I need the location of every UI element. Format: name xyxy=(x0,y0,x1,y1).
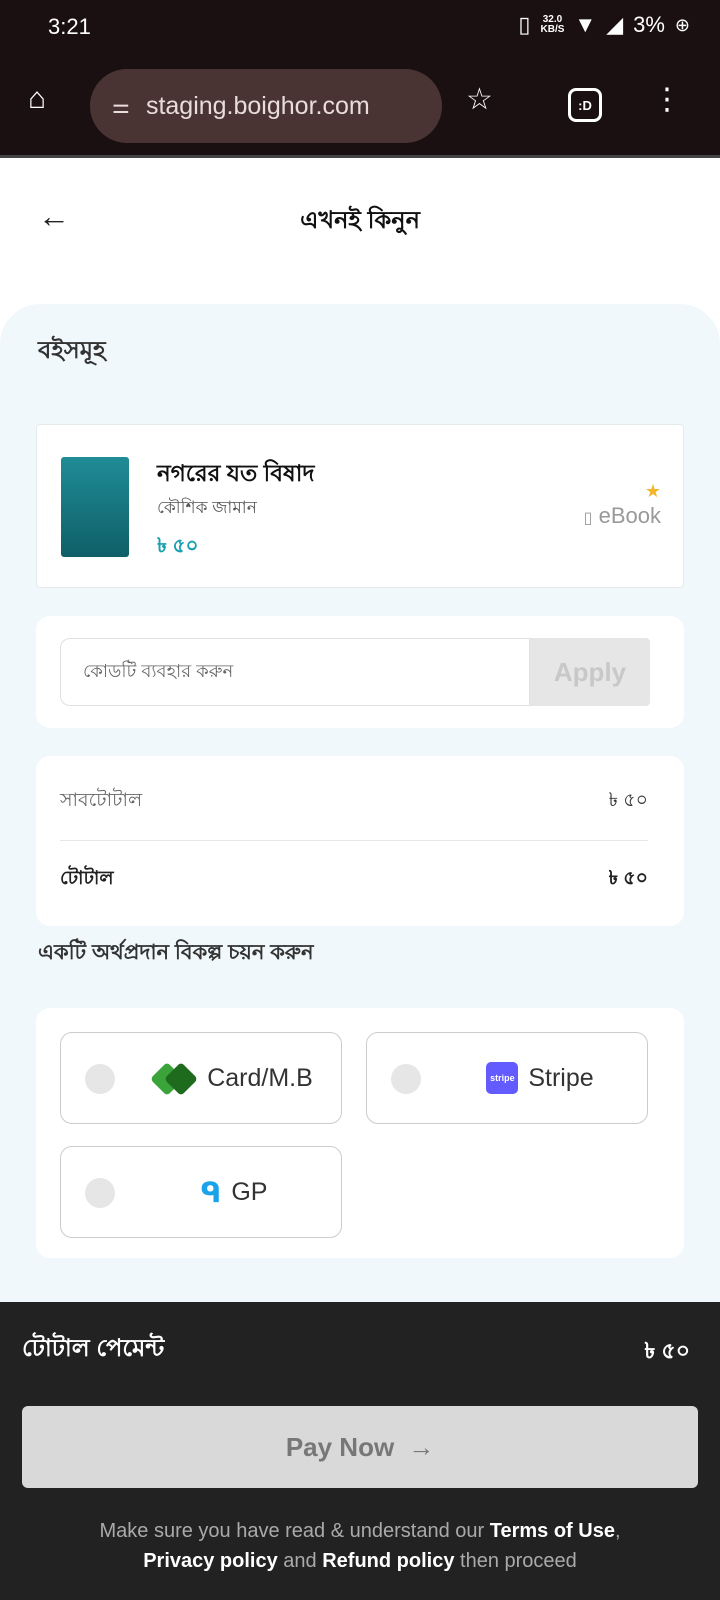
tab-switcher-button[interactable]: :D xyxy=(568,88,602,122)
wifi-icon: ▼ xyxy=(574,12,597,37)
book-cover-image xyxy=(61,457,129,557)
card-mb-logo-icon xyxy=(150,1062,199,1096)
battery-saver-icon: ⊕ xyxy=(674,14,690,35)
payment-options: Card/M.B stripe Stripe ᑫ GP xyxy=(36,1008,684,1258)
book-title: নগরের যত বিষাদ xyxy=(157,460,315,486)
site-settings-icon[interactable]: ⚌ xyxy=(112,94,130,119)
format-badge: ▯ eBook xyxy=(584,503,661,529)
payment-footer: টোটাল পেমেন্ট ৳ ৫০ Pay Now → Make sure yo… xyxy=(0,1302,720,1600)
radio-button[interactable] xyxy=(85,1178,115,1208)
format-label: eBook xyxy=(598,503,661,528)
book-item: নগরের যত বিষাদ কৌশিক জামান ৳ ৫০ ★ ▯ eBoo… xyxy=(36,424,684,588)
url-bar[interactable]: ⚌ staging.boighor.com xyxy=(90,69,442,143)
stripe-logo-icon: stripe xyxy=(486,1062,519,1094)
terms-text: Make sure you have read & understand our xyxy=(99,1520,490,1542)
home-icon[interactable]: ⌂ xyxy=(28,82,46,116)
refund-policy-link[interactable]: Refund policy xyxy=(322,1550,454,1572)
more-menu-icon[interactable]: ⋮ xyxy=(652,82,682,117)
clock: 3:21 xyxy=(48,14,91,39)
option-label: Stripe xyxy=(528,1063,594,1092)
signal-icon: ◢ xyxy=(606,12,624,37)
radio-button[interactable] xyxy=(391,1064,421,1094)
browser-toolbar: ⌂ ⚌ staging.boighor.com ☆ :D ⋮ xyxy=(0,56,720,158)
order-summary: সাবটোটাল ৳ ৫০ টোটাল ৳ ৫০ xyxy=(36,756,684,926)
apply-button[interactable]: Apply xyxy=(530,638,650,706)
payment-option-card[interactable]: Card/M.B xyxy=(60,1032,342,1124)
url-text: staging.boighor.com xyxy=(145,91,370,120)
total-value: ৳ ৫০ xyxy=(608,868,648,889)
battery-level: 3% xyxy=(633,12,665,37)
vibrate-icon: ▯ xyxy=(518,12,531,37)
total-payment-value: ৳ ৫০ xyxy=(644,1338,690,1363)
terms-of-use-link[interactable]: Terms of Use xyxy=(490,1520,615,1542)
terms-notice: Make sure you have read & understand our… xyxy=(0,1516,720,1576)
pay-now-label: Pay Now xyxy=(285,1431,395,1462)
status-bar: 3:21 ▯ 32.0 KB/S ▼ ◢ 3% ⊕ xyxy=(0,0,720,56)
terms-comma: , xyxy=(614,1520,621,1542)
total-payment-label: টোটাল পেমেন্ট xyxy=(22,1335,165,1362)
terms-and: and xyxy=(277,1550,323,1572)
coupon-section: কোডটি ব্যবহার করুন Apply xyxy=(36,616,684,728)
subtotal-value: ৳ ৫০ xyxy=(608,790,648,811)
payment-option-stripe[interactable]: stripe Stripe xyxy=(366,1032,648,1124)
payment-option-gp[interactable]: ᑫ GP xyxy=(60,1146,342,1238)
page-header: ← এখনই কিনুন xyxy=(0,160,720,300)
grameenphone-logo-icon: ᑫ xyxy=(200,1176,222,1208)
option-label: GP xyxy=(231,1177,268,1206)
radio-button[interactable] xyxy=(85,1064,115,1094)
payment-heading: একটি অর্থপ্রদান বিকল্প চয়ন করুন xyxy=(38,941,314,964)
subtotal-label: সাবটোটাল xyxy=(60,790,143,811)
total-label: টোটাল xyxy=(60,868,114,889)
arrow-right-icon: → xyxy=(408,1431,435,1462)
bookmark-star-icon[interactable]: ☆ xyxy=(466,82,493,117)
divider xyxy=(60,840,648,841)
star-icon: ★ xyxy=(644,481,661,501)
option-label: Card/M.B xyxy=(207,1063,313,1092)
checkout-content: বইসমূহ নগরের যত বিষাদ কৌশিক জামান ৳ ৫০ ★… xyxy=(0,304,720,1304)
coupon-input[interactable]: কোডটি ব্যবহার করুন xyxy=(60,638,530,706)
book-open-icon: ▯ xyxy=(583,510,593,527)
page-title: এখনই কিনুন xyxy=(300,207,420,234)
book-price: ৳ ৫০ xyxy=(157,535,199,557)
pay-now-button[interactable]: Pay Now → xyxy=(22,1406,698,1488)
speed-unit: KB/S xyxy=(540,24,565,35)
network-speed: 32.0 KB/S xyxy=(541,15,565,35)
privacy-policy-link[interactable]: Privacy policy xyxy=(143,1550,278,1572)
book-author: কৌশিক জামান xyxy=(157,498,257,517)
books-heading: বইসমূহ xyxy=(38,337,106,364)
terms-end: then proceed xyxy=(454,1550,577,1572)
